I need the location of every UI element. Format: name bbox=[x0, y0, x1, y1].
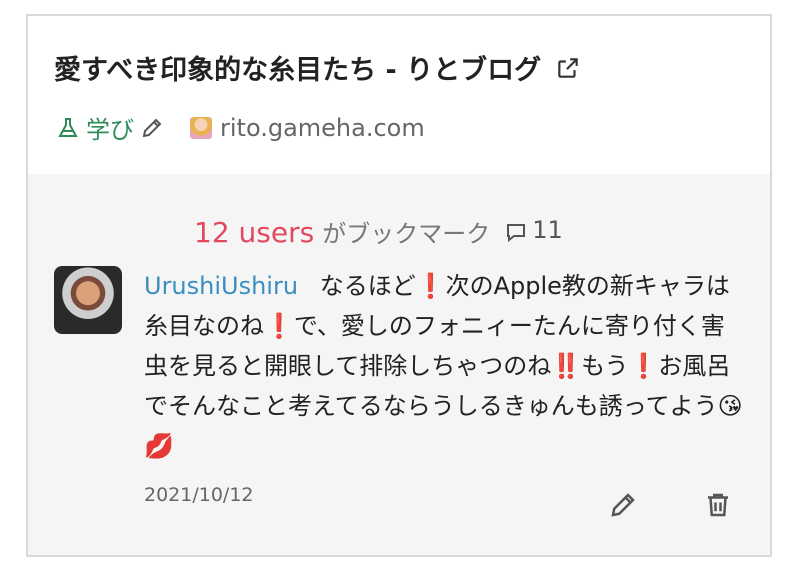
bookmark-suffix: がブックマーク bbox=[322, 220, 491, 248]
avatar[interactable] bbox=[54, 266, 122, 334]
site-link[interactable]: rito.gameha.com bbox=[190, 114, 425, 142]
exclamation-emoji: ❗ bbox=[415, 272, 446, 300]
site-favicon bbox=[190, 116, 212, 139]
entry-meta: 学び rito.gameha.com bbox=[56, 110, 425, 145]
flask-icon bbox=[58, 117, 78, 137]
entry-header: 愛すべき印象的な糸目たち - りとブログ 学び rito.gameha.com bbox=[28, 16, 770, 174]
bookmark-panel: 12 users がブックマーク 11 UrushiUshiru なるほど❗次の… bbox=[28, 174, 770, 555]
speech-bubble-icon bbox=[507, 224, 526, 243]
trash-icon[interactable] bbox=[703, 490, 733, 520]
edit-category-icon[interactable] bbox=[140, 116, 164, 140]
bookmark-users-count[interactable]: 12 users bbox=[194, 216, 314, 249]
site-domain[interactable]: rito.gameha.com bbox=[220, 114, 425, 142]
comment-date[interactable]: 2021/10/12 bbox=[144, 484, 254, 506]
exclamation-emoji: ❗ bbox=[628, 352, 659, 380]
pencil-icon[interactable] bbox=[608, 490, 638, 520]
double-exclamation-emoji: ‼️ bbox=[551, 352, 582, 380]
comment-username[interactable]: UrushiUshiru bbox=[144, 272, 298, 300]
external-link-icon[interactable] bbox=[555, 55, 581, 81]
entry-title[interactable]: 愛すべき印象的な糸目たち - りとブログ bbox=[54, 48, 581, 87]
comments-link[interactable]: 11 bbox=[504, 216, 563, 244]
category-label[interactable]: 学び bbox=[86, 110, 134, 145]
comment-seg: なるほど bbox=[312, 272, 416, 300]
category-link[interactable]: 学び bbox=[56, 110, 134, 145]
comment-seg: もう bbox=[581, 352, 629, 380]
bookmark-card: 愛すべき印象的な糸目たち - りとブログ 学び rito.gameha.com bbox=[26, 14, 772, 557]
comment-entry: UrushiUshiru なるほど❗次のApple教の新キャラは糸目なのね❗で、… bbox=[144, 266, 744, 466]
exclamation-emoji: ❗ bbox=[264, 312, 294, 340]
comment-text: UrushiUshiru なるほど❗次のApple教の新キャラは糸目なのね❗で、… bbox=[144, 266, 744, 466]
bookmark-summary: 12 users がブックマーク 11 bbox=[194, 214, 563, 249]
entry-title-text[interactable]: 愛すべき印象的な糸目たち - りとブログ bbox=[54, 48, 541, 87]
comment-count[interactable]: 11 bbox=[532, 216, 563, 244]
